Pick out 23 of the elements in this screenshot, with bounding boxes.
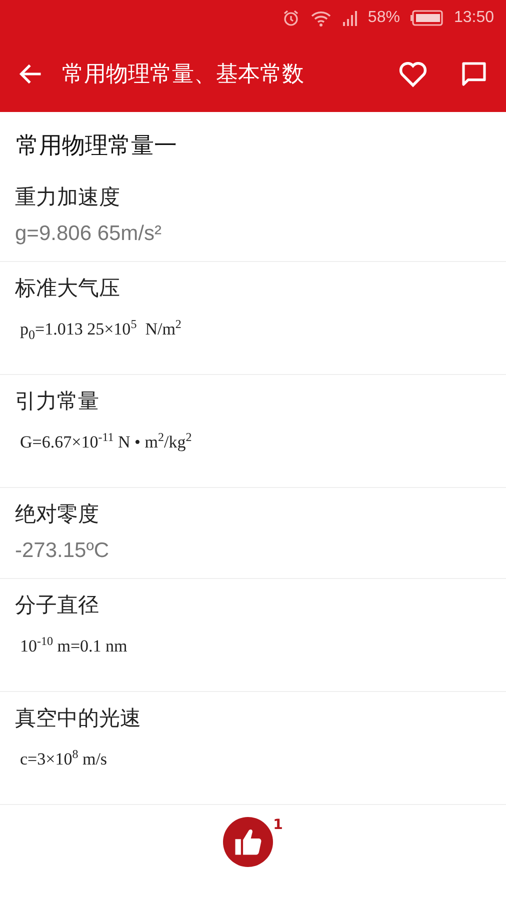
- constant-value: -273.15ºC: [15, 538, 110, 564]
- constant-name: 真空中的光速: [15, 705, 142, 732]
- heart-icon[interactable]: [398, 60, 428, 88]
- battery-percent: 58%: [368, 9, 400, 27]
- alarm-icon: [282, 9, 300, 27]
- constant-value: c=3×10$^{8}$ m/s: [19, 746, 108, 771]
- constant-value: g=9.806 65m/s²: [15, 221, 163, 247]
- section-title: 常用物理常量一: [15, 132, 178, 161]
- signal-icon: [342, 9, 358, 27]
- constant-name: 绝对零度: [15, 501, 100, 528]
- wifi-icon: [310, 9, 332, 27]
- constant-value: G=6.67×10$^{-11}$ N • m$^{2}$/kg$^{2}$: [19, 429, 193, 454]
- constant-name: 标准大气压: [15, 275, 121, 302]
- constant-name: 引力常量: [15, 388, 100, 415]
- clock-time: 13:50: [454, 9, 494, 27]
- constant-name: 分子直径: [15, 592, 100, 619]
- screen-title: 常用物理常量、基本常数: [62, 61, 305, 89]
- constant-value: 10$^{-10}$ m=0.1 nm: [19, 633, 128, 658]
- constant-name: 重力加速度: [15, 184, 121, 211]
- battery-icon: [410, 10, 444, 26]
- like-count: 1: [273, 817, 283, 833]
- comment-icon[interactable]: [460, 60, 488, 88]
- constant-value: p$_{0}$=1.013 25×10$^{5}$ N/m$^{2}$: [19, 316, 182, 344]
